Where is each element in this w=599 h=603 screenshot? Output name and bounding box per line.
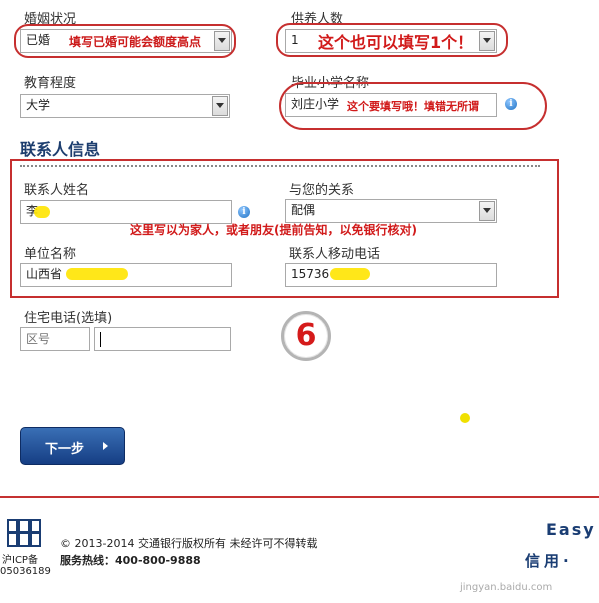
brand-chinese: 信用· xyxy=(525,552,573,570)
next-step-label: 下一步 xyxy=(45,442,85,457)
watermark-text: jingyan.baidu.com xyxy=(460,582,553,593)
relation-value: 配偶 xyxy=(291,203,316,217)
text-cursor xyxy=(100,332,101,347)
icp-number: 05036189 xyxy=(0,566,51,577)
bank-logo-icon xyxy=(7,519,41,547)
education-select[interactable]: 大学 xyxy=(20,94,230,118)
next-step-button[interactable]: 下一步 xyxy=(20,427,125,465)
education-label: 教育程度 xyxy=(24,76,77,91)
brand-english: Easy xyxy=(546,520,596,539)
education-value: 大学 xyxy=(26,98,51,112)
copyright-text: © 2013-2014 交通银行版权所有 未经许可不得转载 xyxy=(60,537,318,550)
company-value: 山西省 xyxy=(26,267,63,281)
contact-mobile-label: 联系人移动电话 xyxy=(289,247,381,262)
contact-mobile-value: 15736 xyxy=(291,267,330,281)
hotline-text: 服务热线：400-800-9888 xyxy=(60,554,201,567)
icp-label: 沪ICP备 xyxy=(2,555,38,566)
yellow-dot xyxy=(460,413,470,423)
company-label: 单位名称 xyxy=(24,247,77,262)
arrow-right-icon xyxy=(103,442,108,450)
marital-highlight xyxy=(14,24,236,58)
home-phone-input[interactable] xyxy=(94,327,231,351)
chevron-down-icon xyxy=(479,201,495,221)
privacy-blur xyxy=(34,206,50,218)
primary-school-highlight xyxy=(279,82,547,130)
home-phone-label: 住宅电话(选填) xyxy=(24,311,113,326)
contact-name-label: 联系人姓名 xyxy=(24,183,90,198)
step-number-badge: 6 xyxy=(281,311,331,361)
relation-select[interactable]: 配偶 xyxy=(285,199,497,223)
area-code-input[interactable] xyxy=(20,327,90,351)
privacy-blur xyxy=(66,268,128,280)
contact-mobile-input[interactable]: 15736 xyxy=(285,263,497,287)
chevron-down-icon xyxy=(212,96,228,116)
privacy-blur xyxy=(330,268,370,280)
info-icon[interactable]: i xyxy=(238,206,250,218)
relation-label: 与您的关系 xyxy=(289,183,355,198)
dependents-highlight xyxy=(276,23,508,57)
footer-divider xyxy=(0,496,599,498)
contact-annotation: 这里写以为家人，或者朋友(提前告知，以免银行核对) xyxy=(130,223,417,237)
section-title: 联系人信息 xyxy=(20,140,101,159)
